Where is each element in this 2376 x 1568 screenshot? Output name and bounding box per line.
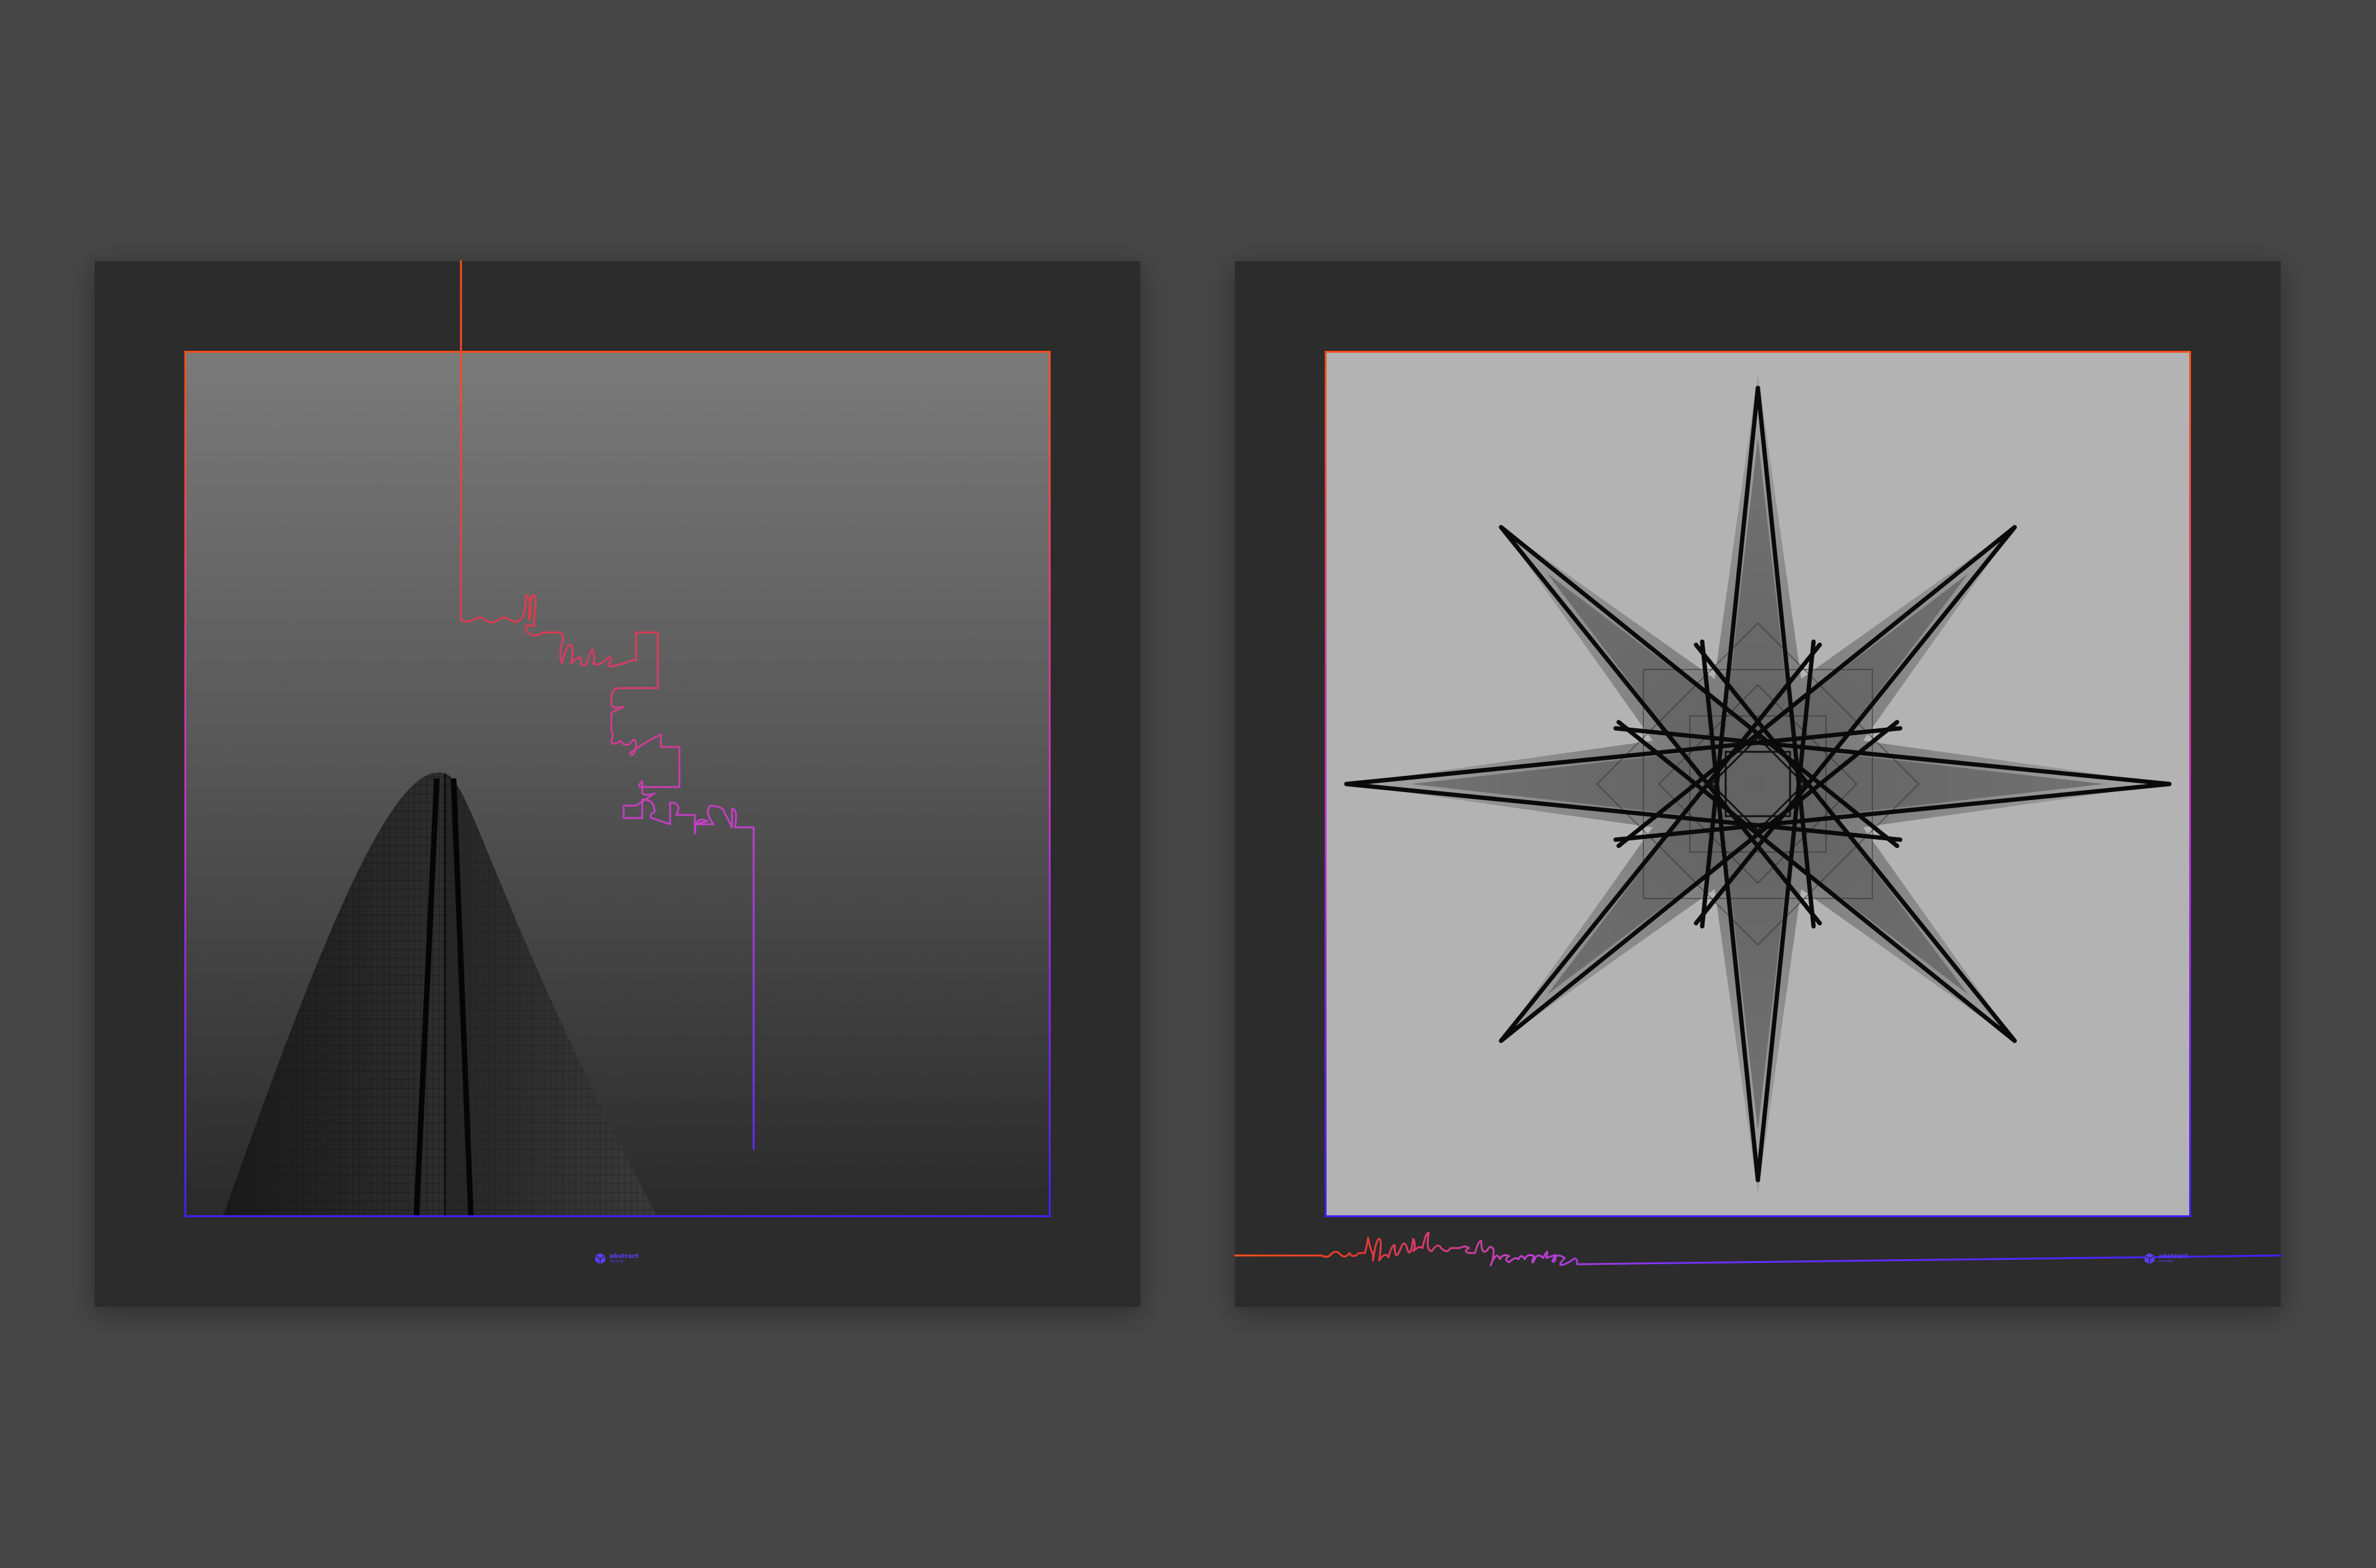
mockup-stage: abstract records abstract records [0, 0, 2376, 1568]
front-script-line [460, 260, 755, 1150]
brand-logo-front: abstract records [594, 1252, 639, 1265]
album-sleeve-front: abstract records [95, 260, 1140, 1307]
brand-subline: records [609, 1259, 624, 1264]
hexagon-cube-icon [595, 1253, 606, 1264]
brand-subline: records [2159, 1259, 2173, 1264]
back-script-line [1234, 1231, 2282, 1267]
brand-logo-back: abstract records [2143, 1252, 2188, 1265]
hexagon-cube-icon [2144, 1253, 2155, 1264]
album-sleeve-back: abstract records [1234, 261, 2282, 1307]
